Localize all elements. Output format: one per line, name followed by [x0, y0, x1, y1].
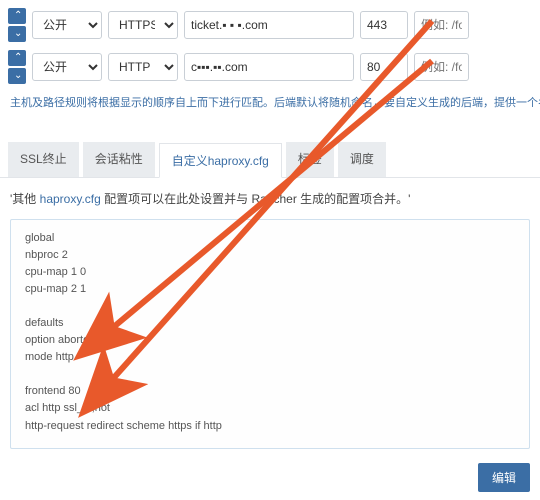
backend-row: ⌃ ⌄ 公开 HTTP: [0, 46, 540, 88]
host-input[interactable]: [184, 53, 354, 81]
move-down-button[interactable]: ⌄: [8, 68, 26, 84]
tab-ssl[interactable]: SSL终止: [8, 142, 79, 177]
access-select[interactable]: 公开: [32, 11, 102, 39]
move-up-button[interactable]: ⌃: [8, 8, 26, 24]
example-input: [414, 11, 469, 39]
haproxy-config-textarea[interactable]: global nbproc 2 cpu-map 1 0 cpu-map 2 1 …: [10, 219, 530, 449]
desc-link[interactable]: haproxy.cfg: [40, 192, 101, 206]
port-input[interactable]: [360, 11, 408, 39]
port-input[interactable]: [360, 53, 408, 81]
move-down-button[interactable]: ⌄: [8, 26, 26, 42]
backend-row: ⌃ ⌄ 公开 HTTPS: [0, 4, 540, 46]
tab-bar: SSL终止 会话粘性 自定义haproxy.cfg 标签 调度: [0, 142, 540, 178]
protocol-select[interactable]: HTTP: [108, 53, 178, 81]
tab-labels[interactable]: 标签: [286, 142, 334, 177]
tab-sched[interactable]: 调度: [338, 142, 386, 177]
desc-pre: '其他: [10, 192, 40, 206]
protocol-select[interactable]: HTTPS: [108, 11, 178, 39]
tab-haproxy[interactable]: 自定义haproxy.cfg: [159, 143, 282, 178]
footer: 编辑: [478, 463, 530, 492]
tab-sticky[interactable]: 会话粘性: [83, 142, 155, 177]
reorder-controls: ⌃ ⌄: [8, 50, 26, 84]
reorder-controls: ⌃ ⌄: [8, 8, 26, 42]
move-up-button[interactable]: ⌃: [8, 50, 26, 66]
backend-rows: ⌃ ⌄ 公开 HTTPS ⌃ ⌄ 公开 HTTP: [0, 0, 540, 88]
desc-post: 配置项可以在此处设置并与 Rancher 生成的配置项合并。': [101, 192, 411, 206]
edit-button[interactable]: 编辑: [478, 463, 530, 492]
rules-note: 主机及路径规则将根据显示的顺序自上而下进行匹配。后端默认将随机命名，要自定义生成…: [0, 88, 540, 122]
access-select[interactable]: 公开: [32, 53, 102, 81]
tab-description: '其他 haproxy.cfg 配置项可以在此处设置并与 Rancher 生成的…: [0, 178, 540, 215]
example-input: [414, 53, 469, 81]
host-input[interactable]: [184, 11, 354, 39]
